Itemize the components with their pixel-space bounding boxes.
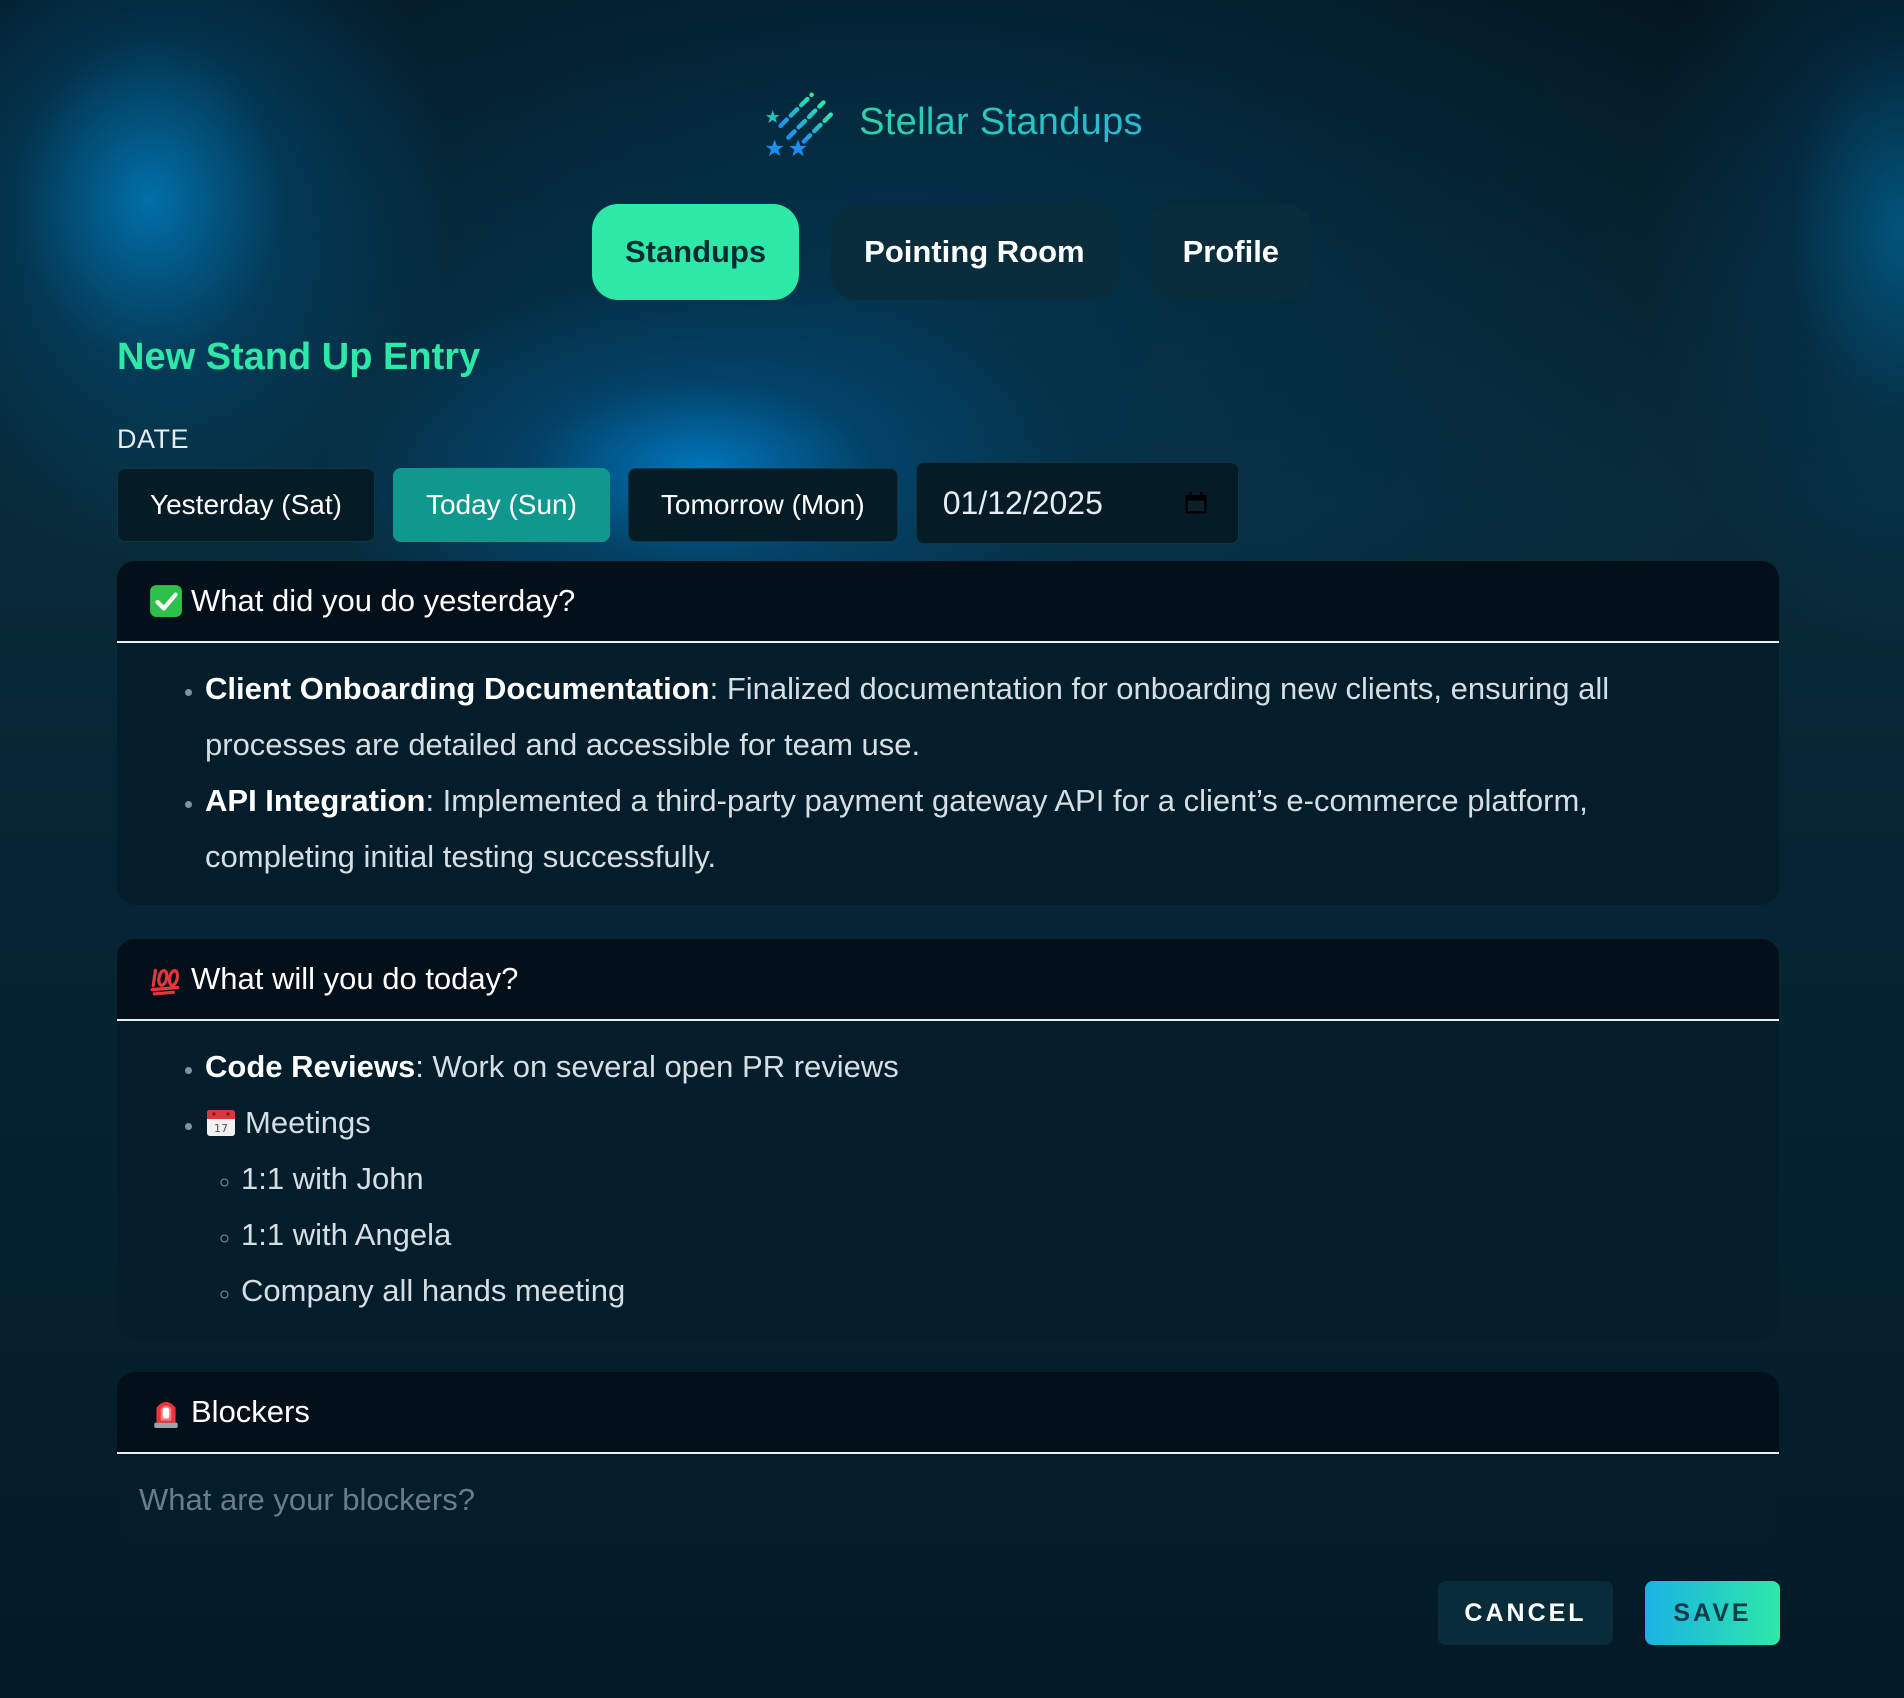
sub-list-item: Company all hands meeting	[241, 1263, 1719, 1319]
today-card: What will you do today? Code Reviews: Wo…	[117, 939, 1779, 1339]
date-yesterday-button[interactable]: Yesterday (Sat)	[117, 468, 375, 542]
form-actions: CANCEL SAVE	[1438, 1581, 1780, 1645]
blockers-header: Blockers	[117, 1372, 1779, 1454]
today-title: What will you do today?	[191, 961, 519, 996]
blockers-card: Blockers	[117, 1372, 1779, 1546]
yesterday-card: What did you do yesterday? Client Onboar…	[117, 561, 1779, 905]
yesterday-header: What did you do yesterday?	[117, 561, 1779, 643]
tab-profile[interactable]: Profile	[1149, 204, 1313, 300]
save-button[interactable]: SAVE	[1645, 1581, 1780, 1645]
check-mark-emoji-icon	[150, 585, 182, 617]
today-header: What will you do today?	[117, 939, 1779, 1021]
today-editor[interactable]: Code Reviews: Work on several open PR re…	[117, 1021, 1779, 1339]
list-item: 17 Meetings 1:1 with John 1:1 with Angel…	[205, 1095, 1719, 1319]
list-item: Client Onboarding Documentation: Finaliz…	[205, 661, 1719, 773]
yesterday-editor[interactable]: Client Onboarding Documentation: Finaliz…	[117, 643, 1779, 905]
blockers-title: Blockers	[191, 1394, 310, 1429]
date-label: DATE	[117, 424, 190, 454]
list-item: Code Reviews: Work on several open PR re…	[205, 1039, 1719, 1095]
brand[interactable]: Stellar Standups	[761, 83, 1143, 161]
main-nav: Standups Pointing Room Profile	[0, 204, 1904, 300]
date-today-button[interactable]: Today (Sun)	[392, 468, 610, 542]
list-item-text: : Work on several open PR reviews	[415, 1049, 899, 1084]
date-picker-input[interactable]: 01/12/2025	[915, 462, 1239, 544]
list-item-heading: Client Onboarding Documentation	[205, 671, 710, 706]
list-item-text: Meetings	[245, 1105, 371, 1140]
meetings-sublist: 1:1 with John 1:1 with Angela Company al…	[205, 1151, 1719, 1319]
list-item-heading: Code Reviews	[205, 1049, 416, 1084]
yesterday-title: What did you do yesterday?	[191, 583, 576, 618]
hundred-points-emoji-icon	[150, 968, 180, 996]
calendar-icon[interactable]	[1182, 489, 1210, 517]
list-item: API Integration: Implemented a third-par…	[205, 773, 1719, 885]
cancel-button[interactable]: CANCEL	[1438, 1581, 1613, 1645]
date-tomorrow-button[interactable]: Tomorrow (Mon)	[627, 468, 898, 542]
svg-text:17: 17	[214, 1122, 228, 1135]
list-item-heading: API Integration	[205, 783, 426, 818]
tab-pointing-room[interactable]: Pointing Room	[831, 204, 1118, 300]
date-selector: Yesterday (Sat) Today (Sun) Tomorrow (Mo…	[117, 462, 1239, 544]
yesterday-list: Client Onboarding Documentation: Finaliz…	[177, 661, 1719, 885]
app-header: Stellar Standups	[0, 82, 1904, 162]
blockers-input[interactable]	[117, 1454, 1779, 1546]
date-value: 01/12/2025	[942, 484, 1103, 521]
sub-list-item: 1:1 with Angela	[241, 1207, 1719, 1263]
sub-list-item: 1:1 with John	[241, 1151, 1719, 1207]
app-title: Stellar Standups	[859, 100, 1143, 143]
shooting-stars-icon	[766, 92, 834, 157]
tab-standups[interactable]: Standups	[591, 204, 800, 300]
police-light-emoji-icon	[154, 1401, 178, 1428]
calendar-emoji-icon: 17	[207, 1110, 235, 1136]
page-title: New Stand Up Entry	[117, 336, 481, 378]
today-list: Code Reviews: Work on several open PR re…	[177, 1039, 1719, 1319]
